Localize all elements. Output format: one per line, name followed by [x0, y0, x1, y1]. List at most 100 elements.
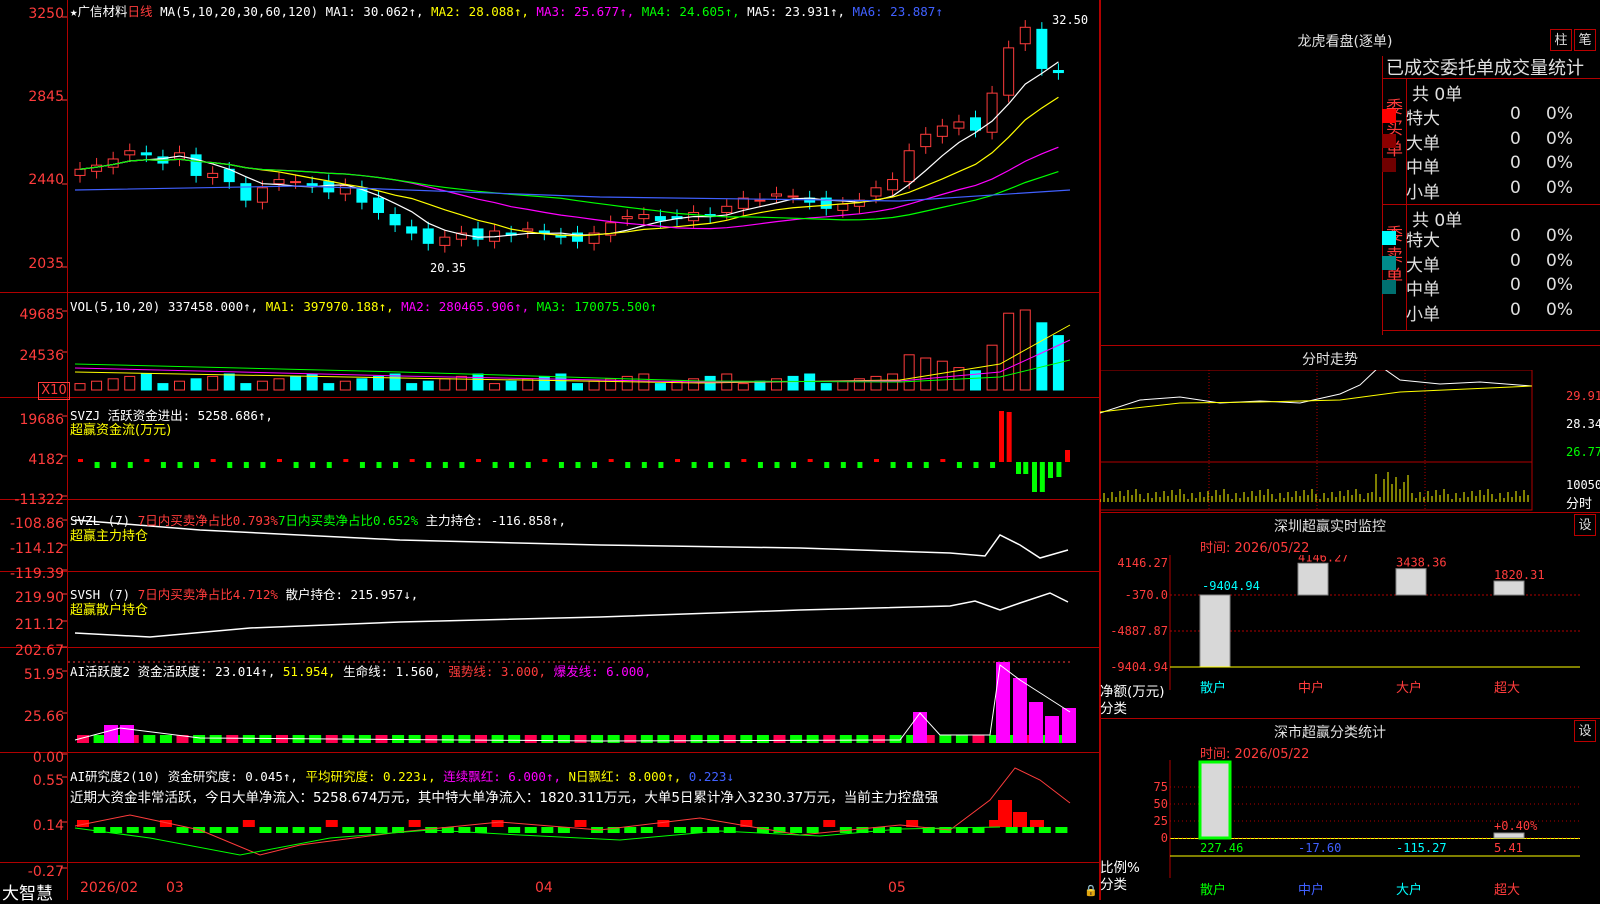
flow-bar	[459, 462, 465, 468]
flow-bar	[807, 459, 813, 462]
volume-bar	[74, 383, 86, 391]
candle-body	[1052, 69, 1064, 74]
activity-bar	[856, 735, 869, 743]
flow-bar	[393, 462, 399, 468]
vol-unit[interactable]: X10	[38, 382, 70, 400]
activity-bar	[823, 735, 836, 743]
flow-bar	[907, 462, 913, 468]
class-bar-value: 227.46	[1200, 841, 1243, 855]
research-bar	[524, 827, 537, 833]
research-bar	[690, 827, 703, 833]
flow-bar	[194, 462, 200, 468]
volume-bar	[91, 380, 103, 391]
flow-bar	[210, 459, 216, 462]
research-bar	[1038, 827, 1051, 833]
volume-bar	[273, 378, 285, 391]
monitor-chart[interactable]: 4146.27 -370.0 -4887.87 -9404.94 -9404.94 散户 4…	[1100, 555, 1600, 715]
research-bar	[1055, 827, 1068, 833]
class-bar-value: 5.41	[1494, 841, 1523, 855]
k-line-chart[interactable]	[0, 0, 1100, 900]
chart-area[interactable]: ★广信材料日线 MA(5,10,20,30,60,120) MA1: 30.06…	[0, 0, 1100, 904]
volume-bar	[920, 357, 932, 391]
candle-body	[240, 183, 252, 201]
candle-body	[737, 197, 749, 209]
volume-bar	[422, 380, 434, 391]
research-bar	[358, 827, 371, 833]
ai-header: AI活跃度2 资金活跃度: 23.014↑, 51.954, 生命线: 1.56…	[70, 661, 651, 680]
activity-bar	[955, 735, 968, 743]
fenshi-vol-label: 10050	[1566, 478, 1600, 492]
fenshi-chart[interactable]	[1100, 370, 1600, 512]
ai2-h1: AI研究度2(10) 资金研究度: 0.045↑,	[70, 769, 298, 784]
research-bar	[1030, 820, 1044, 827]
research-bar	[541, 827, 554, 833]
flow-bar	[1006, 412, 1012, 462]
volume-bar	[837, 380, 849, 391]
ai2-note: 近期大资金非常活跃，今日大单净流入：5258.674万元，其中特大单净流入：18…	[70, 790, 939, 806]
svsh-h2: 7日内买卖净占比4.712%	[137, 587, 278, 602]
app-logo: 大智慧	[2, 884, 53, 904]
volume-bar	[572, 383, 583, 391]
candle-body	[837, 203, 849, 211]
candle-body	[903, 150, 915, 183]
row-name: 特大	[1406, 231, 1440, 251]
class-title: 深市超赢分类统计	[1274, 725, 1386, 741]
flow-bar	[890, 462, 896, 468]
flow-bar	[127, 462, 133, 468]
row-n: 0	[1510, 177, 1521, 198]
volume-bar	[323, 383, 335, 391]
color-swatch	[1382, 255, 1396, 270]
activity-bar	[93, 735, 106, 743]
research-bar	[998, 800, 1012, 827]
research-bar	[325, 820, 338, 827]
research-bar	[657, 820, 670, 827]
flow-bar	[260, 462, 266, 468]
lock-icon[interactable]: 🔒	[1084, 884, 1098, 897]
research-bar	[624, 827, 637, 833]
volume-bar	[936, 360, 948, 391]
flow-bar	[857, 462, 863, 468]
price-y-label: 2845	[28, 89, 64, 105]
volume-bar	[439, 378, 451, 391]
volume-bar	[256, 380, 268, 391]
flow-bar	[558, 462, 564, 468]
class-y-label: 50	[1154, 797, 1168, 811]
monitor-bar	[1199, 594, 1231, 668]
flow-bar	[592, 462, 598, 468]
monitor-bar-label: 1820.31	[1494, 568, 1545, 582]
low-price-label: 20.35	[430, 261, 467, 275]
volume-bar	[339, 380, 351, 391]
flow-bar	[177, 462, 183, 468]
row-n: 0	[1510, 153, 1521, 173]
tick-mode-button[interactable]: 笔	[1574, 29, 1596, 51]
research-bar	[292, 827, 305, 833]
bar-mode-button[interactable]: 柱	[1550, 29, 1572, 51]
row-name: 中单	[1406, 280, 1440, 300]
period-label[interactable]: 日线	[128, 4, 153, 19]
class-chart[interactable]: 75 50 25 0 227.46 散户 -17.60 中户 -115.27 大户 5.41 +0.4…	[1100, 760, 1600, 900]
research-bar	[110, 827, 123, 833]
flow-bar	[243, 462, 249, 468]
class-bar-value: -115.27	[1396, 841, 1447, 855]
monitor-y-label: -9404.94	[1110, 660, 1168, 674]
volume-bar	[1036, 322, 1048, 391]
candle-body	[207, 172, 219, 178]
row-n: 0	[1510, 128, 1521, 149]
row-name: 大单	[1406, 133, 1440, 154]
flow-bar	[608, 459, 614, 462]
x-axis-label: 2026/02	[80, 880, 139, 896]
class-settings-button[interactable]: 设	[1574, 720, 1596, 742]
candle-body	[538, 230, 550, 234]
vol-header: VOL(5,10,20)	[70, 299, 161, 314]
ai2-h2: 平均研究度: 0.223↓,	[305, 769, 436, 784]
flow-bar	[343, 459, 349, 462]
flow-bar	[956, 462, 962, 468]
color-swatch	[1382, 133, 1396, 148]
color-swatch	[1382, 231, 1396, 245]
vol-y-label: 24536	[19, 348, 64, 364]
candle-body	[771, 193, 782, 197]
svzl-y-label: -119.39	[9, 566, 64, 582]
monitor-settings-button[interactable]: 设	[1574, 514, 1596, 536]
flow-bar	[442, 462, 448, 468]
x-axis-label: 04	[535, 880, 553, 896]
